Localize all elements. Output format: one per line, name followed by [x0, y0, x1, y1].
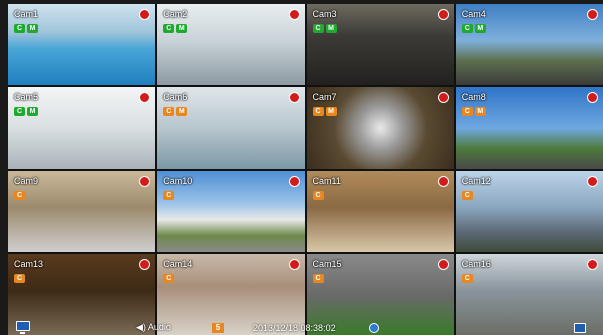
camera-label: Cam15: [312, 258, 342, 269]
camera-label: Cam8: [461, 92, 486, 103]
camera-badges: C: [312, 273, 324, 283]
badge: M: [325, 24, 337, 33]
camera-badges: C M: [163, 107, 188, 117]
camera-tile-cam12[interactable]: Cam12 C: [455, 170, 603, 252]
record-icon: [587, 258, 598, 270]
record-icon: [437, 92, 449, 104]
camera-label: Cam14: [163, 258, 193, 269]
camera-tile-cam7[interactable]: Cam7 C M: [306, 87, 454, 169]
camera-badges: C: [461, 190, 473, 200]
badge: M: [27, 107, 38, 117]
record-icon: [437, 175, 449, 187]
camera-tile-cam6[interactable]: Cam6 C M: [157, 87, 305, 169]
camera-tile-cam10[interactable]: Cam10 C: [157, 170, 305, 252]
camera-label: Cam5: [14, 92, 39, 103]
badge: C: [14, 24, 25, 33]
camera-label: Cam12: [461, 175, 491, 186]
camera-label: Cam6: [163, 92, 188, 103]
camera-tile-cam11[interactable]: Cam11 C: [306, 170, 454, 252]
badge: C: [461, 24, 473, 33]
camera-tile-cam5[interactable]: Cam5 C M: [8, 87, 156, 169]
camera-label: Cam4: [461, 9, 486, 19]
camera-tile-cam15[interactable]: Cam15 C: [306, 253, 454, 335]
badge: C: [461, 190, 473, 200]
camera-badges: C: [14, 190, 25, 200]
camera-label: Cam2: [163, 9, 188, 19]
camera-label: Cam16: [461, 258, 491, 269]
badge: C: [14, 190, 25, 200]
camera-badges: C: [312, 190, 324, 200]
camera-label: Cam7: [312, 92, 337, 103]
record-icon: [139, 175, 151, 187]
badge: M: [474, 24, 486, 33]
record-icon: [587, 9, 598, 20]
camera-tile-cam1[interactable]: Cam1 C M: [8, 4, 156, 86]
badge: C: [163, 273, 175, 283]
camera-badges: C: [461, 273, 473, 283]
record-icon: [288, 92, 300, 104]
camera-badges: C: [14, 273, 25, 283]
badge: M: [325, 107, 337, 117]
record-icon: [437, 258, 449, 270]
record-icon: [288, 175, 300, 187]
camera-badges: C M: [312, 24, 337, 33]
camera-tile-cam3[interactable]: Cam3 C M: [306, 4, 454, 86]
camera-label: Cam10: [163, 175, 193, 186]
camera-label: Cam9: [14, 175, 39, 186]
camera-badges: C M: [461, 107, 486, 117]
badge: M: [176, 107, 188, 117]
badge: C: [461, 107, 473, 117]
camera-tile-cam2[interactable]: Cam2 C M: [157, 4, 305, 86]
camera-tile-cam8[interactable]: Cam8 C M: [455, 87, 603, 169]
badge: C: [312, 24, 324, 33]
badge: C: [163, 24, 175, 33]
record-icon: [437, 9, 449, 20]
badge: M: [27, 24, 38, 33]
camera-badges: C M: [163, 24, 188, 33]
camera-label: Cam11: [312, 175, 341, 186]
camera-tile-cam16[interactable]: Cam16 C: [455, 253, 603, 335]
camera-label: Cam3: [312, 9, 337, 19]
record-icon: [587, 175, 598, 187]
record-icon: [288, 258, 300, 270]
camera-tile-cam4[interactable]: Cam4 C M: [455, 4, 603, 86]
record-icon: [288, 9, 300, 20]
camera-badges: C M: [14, 24, 38, 33]
badge: C: [163, 107, 175, 117]
badge: C: [14, 107, 25, 117]
record-icon: [139, 258, 151, 270]
camera-label: Cam1: [14, 9, 39, 19]
badge: M: [176, 24, 188, 33]
camera-badges: C M: [14, 107, 38, 117]
camera-badges: C M: [312, 107, 337, 117]
badge: M: [474, 107, 486, 117]
camera-badges: C: [163, 273, 175, 283]
camera-grid: Cam1 C M Cam2 C M Cam3 C M Cam4 C M Cam5…: [8, 4, 603, 335]
badge: C: [163, 190, 175, 200]
camera-tile-cam13[interactable]: Cam13 C: [8, 253, 156, 335]
camera-tile-cam14[interactable]: Cam14 C: [157, 253, 305, 335]
camera-badges: C: [163, 190, 175, 200]
badge: C: [14, 273, 25, 283]
badge: C: [461, 273, 473, 283]
camera-badges: C M: [461, 24, 486, 33]
badge: C: [312, 107, 324, 117]
camera-label: Cam13: [14, 258, 44, 269]
badge: C: [312, 273, 324, 283]
badge: C: [312, 190, 324, 200]
camera-tile-cam9[interactable]: Cam9 C: [8, 170, 156, 252]
